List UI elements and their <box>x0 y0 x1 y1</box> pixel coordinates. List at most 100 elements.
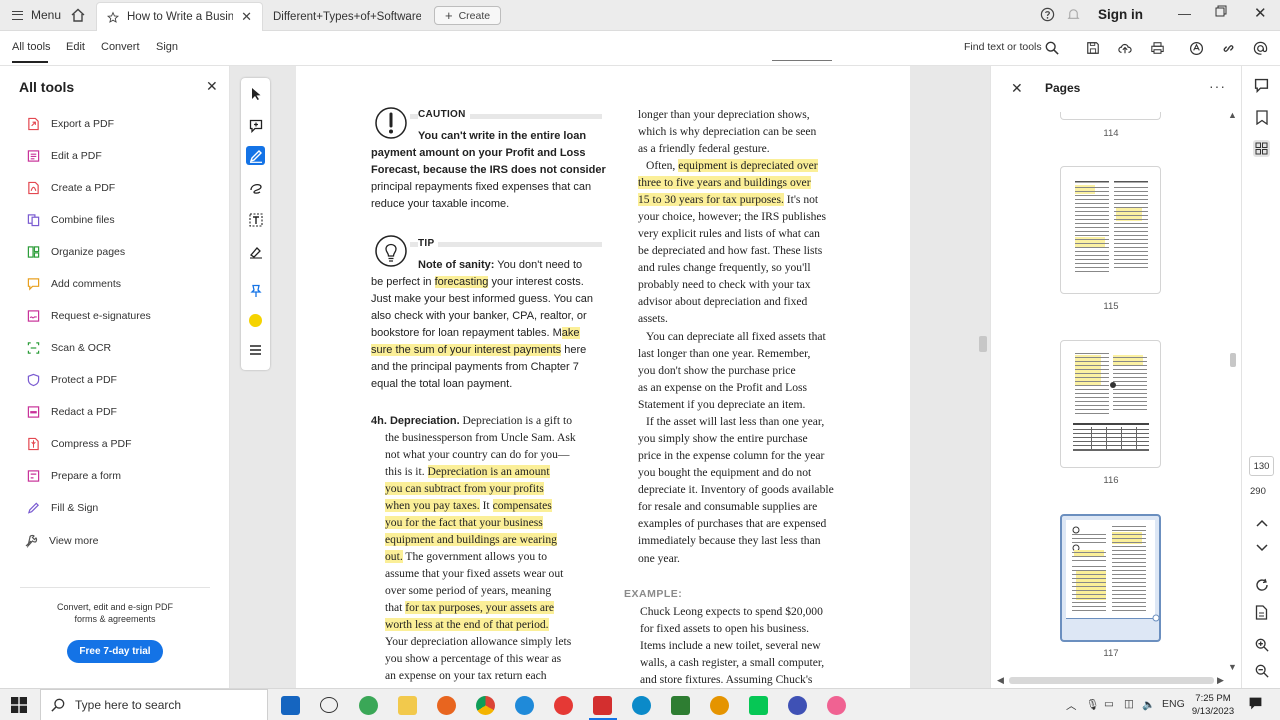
system-clock[interactable]: 7:25 PM 9/13/2023 <box>1188 692 1238 718</box>
thumbnail-page-115[interactable] <box>1060 166 1161 294</box>
color-picker-icon[interactable] <box>246 311 265 330</box>
maximize-icon[interactable] <box>1215 5 1227 20</box>
highlighted-text[interactable]: you can subtract from your profits <box>385 482 544 495</box>
firefox-icon[interactable] <box>437 696 456 715</box>
network-icon[interactable]: ◫ <box>1124 698 1134 710</box>
add-text-icon[interactable] <box>246 210 265 229</box>
tool-organize-pages[interactable]: Organize pages <box>26 242 125 262</box>
taskbar-search-box[interactable]: Type here to search <box>40 689 268 720</box>
current-page-input[interactable]: 130 <box>1249 456 1274 476</box>
tool-request-esignatures[interactable]: Request e-signatures <box>26 306 151 326</box>
highlighted-text[interactable]: 15 to 30 years for tax purposes. <box>638 193 784 206</box>
select-cursor-icon[interactable] <box>246 84 265 103</box>
create-button[interactable]: + Create <box>434 6 502 25</box>
tab-software-types[interactable]: Different+Types+of+Software+T... <box>263 2 431 31</box>
print-icon[interactable] <box>1148 39 1166 57</box>
pages-horizontal-scrollbar[interactable] <box>1009 677 1214 684</box>
highlighted-text[interactable]: ake <box>561 327 580 339</box>
chat-app-icon[interactable] <box>320 697 338 713</box>
panel-scroll-down-icon[interactable]: ▼ <box>1228 662 1237 672</box>
more-tools-icon[interactable] <box>246 340 265 359</box>
save-icon[interactable] <box>1084 39 1102 57</box>
volume-icon[interactable]: 🔈 <box>1142 698 1155 711</box>
highlight-pen-icon[interactable] <box>246 146 265 165</box>
pages-scrollbar-thumb[interactable] <box>1230 353 1236 367</box>
file-explorer-icon[interactable] <box>398 696 417 715</box>
line-app-icon[interactable] <box>749 696 768 715</box>
email-icon[interactable] <box>1251 39 1269 57</box>
tool-scan-ocr[interactable]: Scan & OCR <box>26 338 111 358</box>
battery-icon[interactable]: ▭ <box>1104 698 1114 710</box>
close-tab-icon[interactable]: ✕ <box>241 9 252 25</box>
tool-view-more[interactable]: View more <box>24 531 98 551</box>
panel-scroll-up-icon[interactable]: ▲ <box>1228 110 1237 120</box>
home-icon[interactable] <box>70 7 86 26</box>
notification-bell-icon[interactable] <box>1066 7 1081 25</box>
link-icon[interactable] <box>1219 39 1237 57</box>
next-page-icon[interactable] <box>1253 539 1270 556</box>
star-icon[interactable] <box>107 10 119 24</box>
more-options-icon[interactable]: ··· <box>1209 78 1226 94</box>
discord-app-icon[interactable] <box>788 696 807 715</box>
highlighted-text[interactable]: you for the fact that your business <box>385 516 543 529</box>
close-window-icon[interactable]: ✕ <box>1254 4 1267 22</box>
tool-compress-pdf[interactable]: Compress a PDF <box>26 434 132 454</box>
free-trial-button[interactable]: Free 7-day trial <box>67 640 163 663</box>
notifications-icon[interactable] <box>1248 696 1263 714</box>
language-indicator[interactable]: ENG <box>1162 698 1185 710</box>
media-app-icon[interactable] <box>710 696 729 715</box>
highlighted-text[interactable]: compensates <box>492 499 552 512</box>
sign-in-button[interactable]: Sign in <box>1098 7 1143 22</box>
tool-redact-pdf[interactable]: Redact a PDF <box>26 402 117 422</box>
acrobat-icon[interactable] <box>593 696 612 715</box>
zoom-in-icon[interactable] <box>1253 636 1270 653</box>
tool-create-pdf[interactable]: Create a PDF <box>26 178 115 198</box>
document-scrollbar-thumb[interactable] <box>979 336 987 352</box>
excel-icon[interactable] <box>671 696 690 715</box>
tab-business-plan[interactable]: How to Write a Business ... ✕ <box>96 2 263 31</box>
tool-edit-pdf[interactable]: Edit a PDF <box>26 146 102 166</box>
windows-start-icon[interactable] <box>11 697 27 716</box>
highlighted-text[interactable]: equipment and buildings are wearing <box>385 533 557 546</box>
thumbnail-page-116[interactable] <box>1060 340 1161 468</box>
minimize-icon[interactable]: — <box>1178 6 1191 21</box>
highlighted-text[interactable]: when you pay taxes. <box>385 499 480 512</box>
ai-assistant-icon[interactable] <box>1187 39 1205 57</box>
draw-freehand-icon[interactable] <box>246 178 265 197</box>
edge-icon[interactable] <box>632 696 651 715</box>
search-icon[interactable] <box>1043 39 1061 57</box>
green-app-icon[interactable] <box>359 696 378 715</box>
thumbnail-page-117[interactable] <box>1060 514 1161 642</box>
highlighted-text[interactable]: out. <box>385 550 403 563</box>
menu-convert[interactable]: Convert <box>101 41 140 53</box>
messenger-app-icon[interactable] <box>515 696 534 715</box>
thumbnail-page-114[interactable] <box>1060 112 1161 120</box>
tool-protect-pdf[interactable]: Protect a PDF <box>26 370 117 390</box>
page-thumbnails-icon[interactable] <box>1253 140 1270 157</box>
store-app-icon[interactable] <box>281 696 300 715</box>
pink-app-icon[interactable] <box>827 696 846 715</box>
pdf-page[interactable]: CAUTION You can't write in the entire lo… <box>296 60 910 688</box>
cloud-upload-icon[interactable] <box>1116 39 1134 57</box>
scroll-left-icon[interactable]: ◀ <box>997 675 1004 686</box>
menu-button[interactable]: Menu <box>12 8 61 22</box>
comments-panel-icon[interactable] <box>1253 77 1270 94</box>
add-comment-icon[interactable] <box>246 116 265 135</box>
highlighted-text[interactable]: Depreciation is an amount <box>427 465 550 478</box>
microphone-icon[interactable]: 🎙 <box>1086 698 1099 711</box>
document-viewport[interactable]: CAUTION You can't write in the entire lo… <box>230 60 990 688</box>
record-app-icon[interactable] <box>554 696 573 715</box>
bookmarks-icon[interactable] <box>1253 109 1270 126</box>
menu-edit[interactable]: Edit <box>66 41 85 53</box>
pin-icon[interactable] <box>246 281 265 300</box>
close-pages-icon[interactable]: ✕ <box>1011 80 1023 97</box>
tray-overflow-icon[interactable]: ︿ <box>1066 698 1077 713</box>
highlighted-text[interactable]: for tax purposes, your assets are <box>405 601 555 614</box>
highlighted-text[interactable]: forecasting <box>434 276 489 288</box>
fill-sign-pen-icon[interactable] <box>246 242 265 261</box>
help-icon[interactable] <box>1040 7 1055 25</box>
tool-export-pdf[interactable]: Export a PDF <box>26 114 114 134</box>
tool-add-comments[interactable]: Add comments <box>26 274 121 294</box>
highlighted-text[interactable]: worth less at the end of that period. <box>385 618 549 631</box>
close-panel-icon[interactable]: ✕ <box>206 78 218 95</box>
